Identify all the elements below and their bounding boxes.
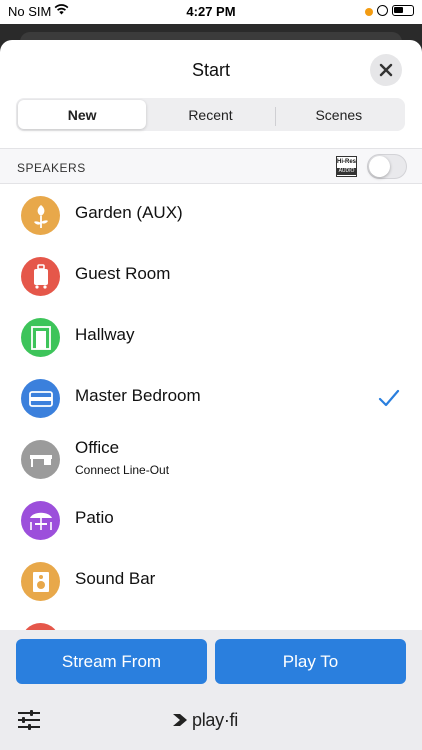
speaker-list: Garden (AUX) Guest Room Hallway Master B… <box>0 185 422 673</box>
speaker-avatar <box>21 257 60 296</box>
bed-icon <box>28 390 53 407</box>
battery-icon <box>392 5 414 16</box>
checkmark-icon <box>378 389 400 407</box>
speaker-name: Master Bedroom <box>75 386 201 405</box>
hi-res-audio-badge-icon: Hi-Res AUDIO <box>336 156 357 177</box>
play-fi-logo-icon <box>173 714 187 726</box>
suitcase-icon <box>33 263 48 289</box>
rotation-lock-icon <box>377 5 388 16</box>
speaker-row-hallway[interactable]: Hallway <box>0 307 422 368</box>
status-bar: No SIM 4:27 PM <box>0 0 422 24</box>
toggle-knob <box>369 156 390 177</box>
speaker-name: Sound Bar <box>75 569 156 588</box>
clock: 4:27 PM <box>186 4 236 19</box>
speaker-name: Garden (AUX) <box>75 203 183 222</box>
speaker-avatar <box>21 440 60 479</box>
desk-icon <box>29 454 52 467</box>
speaker-avatar <box>21 562 60 601</box>
tab-bar: New Recent Scenes <box>16 98 405 131</box>
bottom-bar: Stream From Play To play·fi <box>0 630 422 750</box>
speaker-subtitle: Connect Line-Out <box>75 463 170 477</box>
start-sheet: Start New Recent Scenes SPEAKERS Hi-Res … <box>0 40 422 750</box>
flower-icon <box>33 204 48 228</box>
hi-res-toggle[interactable] <box>367 154 407 179</box>
speaker-row-sound-bar[interactable]: Sound Bar <box>0 551 422 612</box>
speaker-name: Guest Room <box>75 264 171 283</box>
stream-from-button[interactable]: Stream From <box>16 639 207 684</box>
play-fi-logo: play·fi <box>172 709 238 731</box>
sliders-icon[interactable] <box>17 709 41 731</box>
speaker-avatar <box>21 501 60 540</box>
speakers-section-header: SPEAKERS Hi-Res AUDIO <box>0 148 422 184</box>
speaker-avatar <box>21 379 60 418</box>
tab-new[interactable]: New <box>18 100 147 129</box>
tab-recent[interactable]: Recent <box>146 100 274 129</box>
speaker-icon <box>32 571 49 592</box>
speaker-name: Office <box>75 438 120 457</box>
hires-badge-top: Hi-Res <box>337 159 357 165</box>
speaker-row-patio[interactable]: Patio <box>0 490 422 551</box>
speaker-row-guest-room[interactable]: Guest Room <box>0 246 422 307</box>
speaker-avatar <box>21 318 60 357</box>
section-label: SPEAKERS <box>17 161 86 175</box>
speaker-name: Patio <box>75 508 114 527</box>
play-to-button[interactable]: Play To <box>215 639 406 684</box>
close-icon <box>379 63 393 77</box>
close-button[interactable] <box>370 54 402 86</box>
speaker-row-master-bedroom[interactable]: Master Bedroom <box>0 368 422 429</box>
speaker-avatar <box>21 196 60 235</box>
sheet-title: Start <box>191 60 230 80</box>
hires-badge-bottom: AUDIO <box>337 168 356 175</box>
speaker-row-garden[interactable]: Garden (AUX) <box>0 185 422 246</box>
speaker-name: Hallway <box>75 325 135 344</box>
doorway-icon <box>30 325 51 350</box>
speaker-row-office[interactable]: Office Connect Line-Out <box>0 429 422 490</box>
tab-scenes[interactable]: Scenes <box>274 100 403 129</box>
orange-dot-indicator <box>365 8 373 16</box>
patio-table-icon <box>29 512 52 530</box>
logo-text: play·fi <box>192 709 238 730</box>
